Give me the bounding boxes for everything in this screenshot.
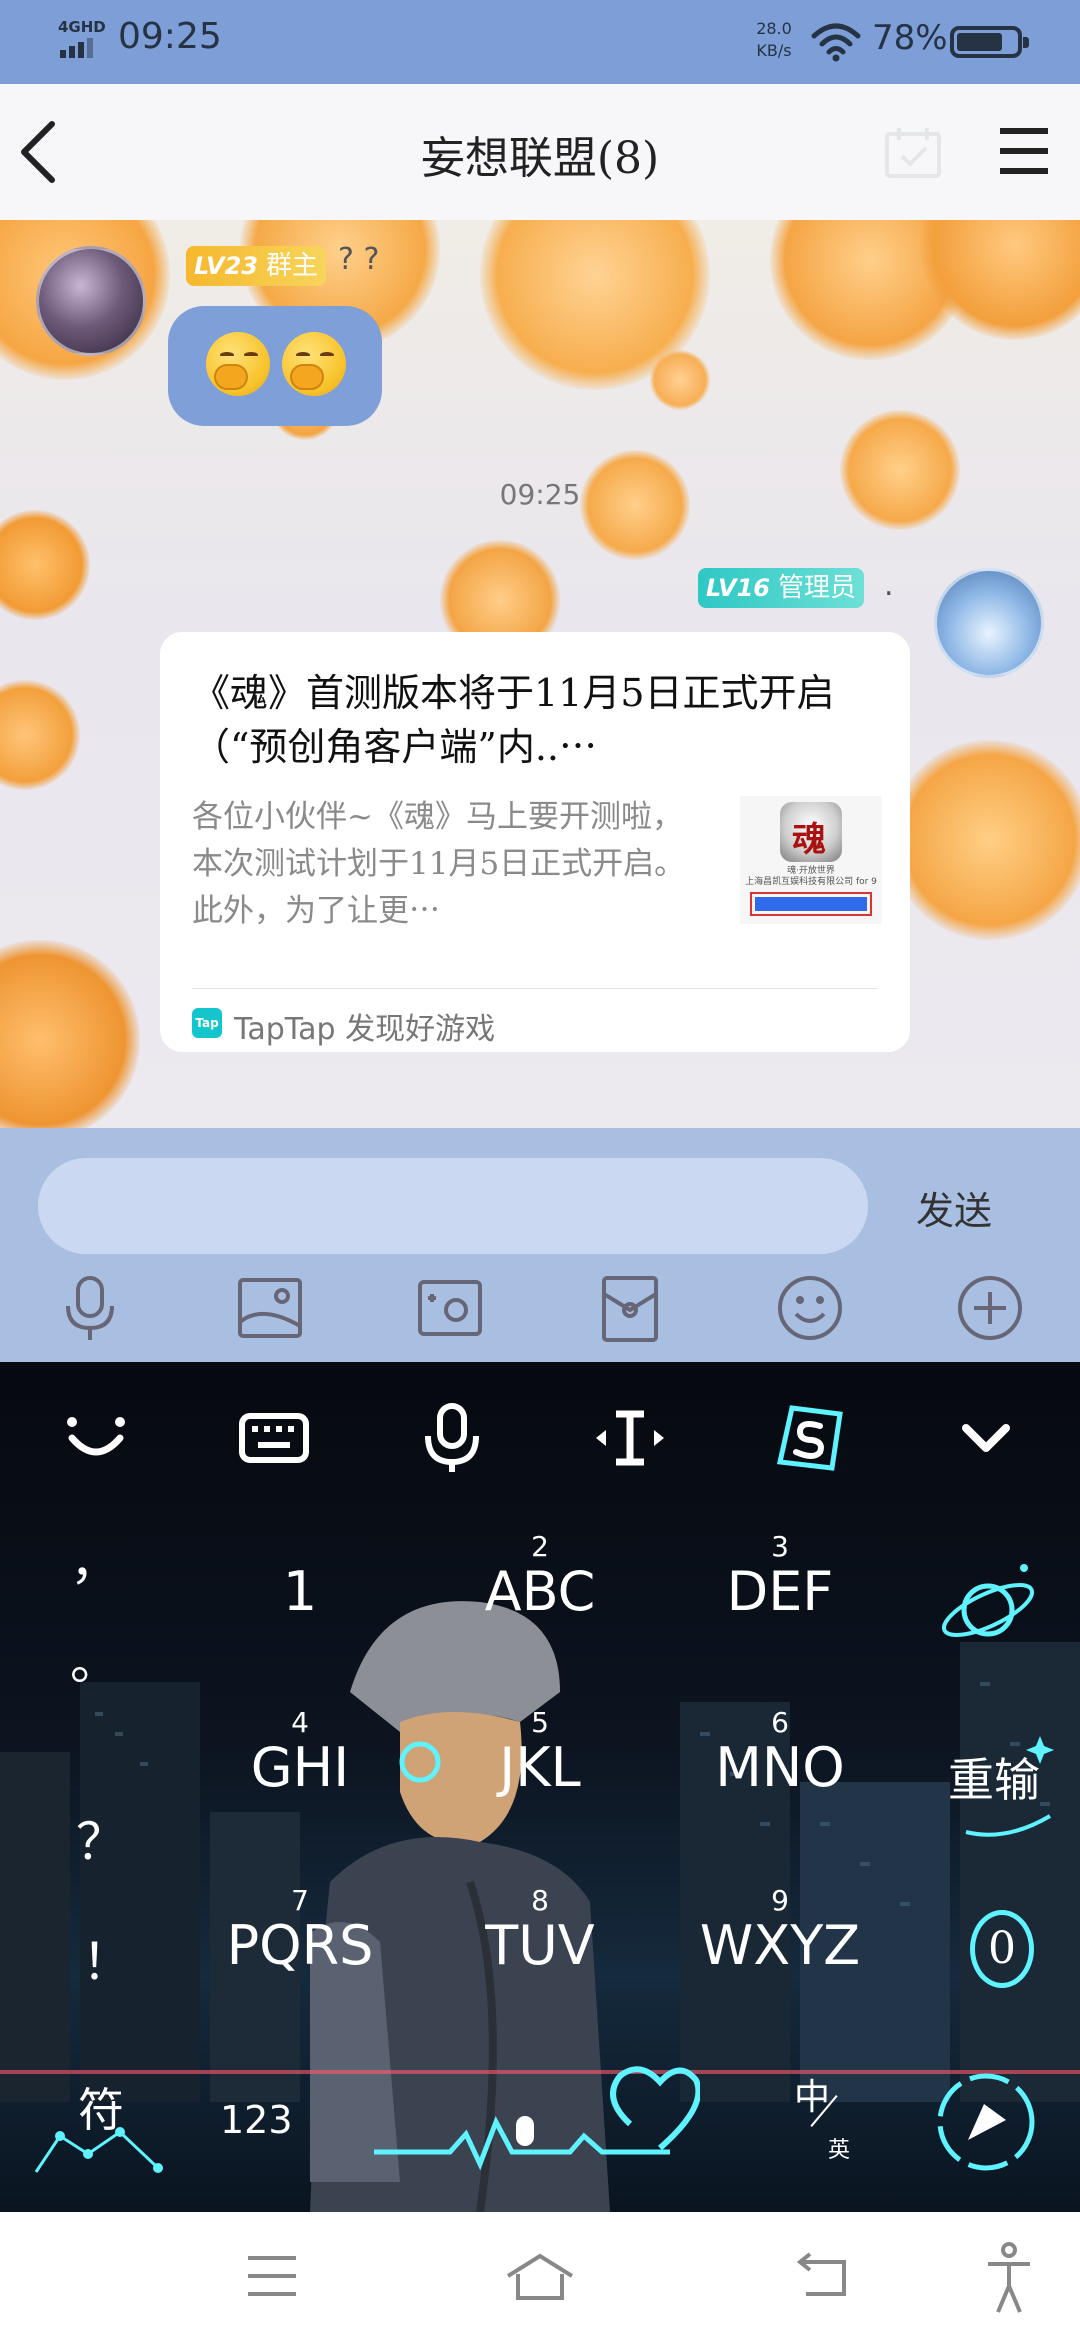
divider — [192, 988, 878, 989]
plus-icon[interactable] — [952, 1270, 1028, 1346]
sender-suffix: ? ? — [338, 242, 380, 277]
key-9-wxyz[interactable]: 9 WXYZ — [680, 1886, 880, 1976]
space-key[interactable] — [370, 2052, 700, 2182]
constellation-icon — [34, 2127, 163, 2173]
numbers-key[interactable]: 123 — [220, 2098, 293, 2142]
chat-header: 妄想联盟(8) — [0, 84, 1080, 220]
input-area: 发送 — [0, 1128, 1080, 1362]
menu-lines-icon[interactable] — [244, 2252, 300, 2300]
face-with-hand-over-mouth-emoji — [206, 332, 270, 396]
status-bar: 4GHD 09:25 28.0 KB/s 78% — [0, 0, 1080, 84]
taptap-logo: Tap — [192, 1008, 222, 1038]
wifi-icon — [811, 23, 861, 62]
battery-percent: 78% — [872, 18, 948, 58]
group-title[interactable]: 妄想联盟(8) — [240, 122, 840, 186]
face-with-hand-over-mouth-emoji — [282, 332, 346, 396]
key-2-abc[interactable]: 2 ABC — [440, 1532, 640, 1622]
back-arrow-icon[interactable] — [12, 118, 72, 186]
message-timestamp: 09:25 — [499, 478, 581, 511]
accessibility-icon[interactable] — [984, 2242, 1034, 2314]
badge-level: LV23 — [194, 252, 258, 280]
key-3-def[interactable]: 3 DEF — [680, 1532, 880, 1622]
network-indicator: 4GHD — [58, 18, 110, 62]
keyboard: ， 。 ？ ！ 1 2 ABC 3 DEF 4 GHI 5 JKL 6 MNO 7 PQRS… — [0, 1362, 1080, 2212]
card-title: 《魂》首测版本将于11月5日正式开启（“预创角客户端”内..⋯ — [192, 671, 835, 769]
back-icon[interactable] — [796, 2252, 852, 2300]
chevron-down-icon[interactable] — [948, 1400, 1024, 1476]
message-input[interactable] — [38, 1158, 868, 1254]
menu-icon[interactable] — [1000, 128, 1052, 174]
key-period[interactable]: 。 — [70, 1622, 120, 1694]
home-icon[interactable] — [504, 2252, 576, 2302]
key-1[interactable]: 1 — [200, 1532, 400, 1622]
level-badge: LV16 管理员 — [698, 568, 864, 608]
key-5-jkl[interactable]: 5 JKL — [440, 1708, 640, 1798]
chat-area: LV23 群主 ? ? 09:25 LV16 管理员 . 《魂》首测版本将于11月5… — [0, 220, 1080, 1128]
thumbnail-button — [750, 892, 872, 916]
key-exclamation[interactable]: ！ — [82, 1922, 132, 1994]
card-thumbnail: 魂 魂·开放世界 上海昌凯互娱科技有限公司 for 9 — [740, 796, 882, 924]
red-packet-icon[interactable] — [592, 1270, 668, 1346]
sender-suffix: . — [884, 568, 894, 603]
planet-icon — [941, 1564, 1035, 1637]
camera-icon[interactable] — [412, 1270, 488, 1346]
calendar-check-icon[interactable] — [884, 126, 942, 180]
system-nav-bar — [0, 2212, 1080, 2340]
battery-fill — [957, 33, 1002, 51]
network-label: 4GHD — [58, 18, 106, 36]
battery-icon — [950, 26, 1029, 58]
key-4-ghi[interactable]: 4 GHI — [200, 1708, 400, 1798]
card-source: TapTap 发现好游戏 — [234, 1012, 496, 1047]
key-question[interactable]: ？ — [76, 1802, 126, 1874]
smile-icon[interactable] — [58, 1400, 134, 1476]
speed-value: 28.0 — [756, 19, 792, 38]
emoji-icon[interactable] — [772, 1270, 848, 1346]
avatar[interactable] — [934, 568, 1044, 678]
lang-switch-alt[interactable]: 英 — [828, 2132, 850, 2164]
cursor-icon[interactable] — [592, 1400, 668, 1476]
badge-role: 群主 — [265, 251, 318, 281]
key-0[interactable]: 0 — [970, 1910, 1034, 1988]
lang-switch-main[interactable]: 中 — [794, 2068, 830, 2120]
share-card[interactable]: 《魂》首测版本将于11月5日正式开启（“预创角客户端”内..⋯ 各位小伙伴~《魂… — [160, 632, 910, 1052]
card-description: 各位小伙伴~《魂》马上要开测啦，本次测试计划于11月5日正式开启。此外，为了让更… — [192, 799, 686, 929]
key-6-mno[interactable]: 6 MNO — [680, 1708, 880, 1798]
key-8-tuv[interactable]: 8 TUV — [440, 1886, 640, 1976]
message-bubble[interactable] — [168, 306, 382, 426]
send-button[interactable]: 发送 — [916, 1180, 992, 1235]
image-icon[interactable] — [232, 1270, 308, 1346]
network-speed: 28.0 KB/s — [742, 18, 806, 62]
keyboard-icon[interactable] — [236, 1400, 312, 1476]
speed-unit: KB/s — [756, 41, 792, 60]
voice-icon[interactable] — [414, 1400, 490, 1476]
avatar[interactable] — [36, 246, 146, 356]
game-logo: 魂 — [780, 802, 842, 862]
thumbnail-caption: 魂·开放世界 上海昌凯互娱科技有限公司 for 9 — [745, 866, 877, 887]
key-comma[interactable]: ， — [70, 1522, 120, 1594]
level-badge: LV23 群主 — [186, 246, 326, 286]
enter-key[interactable] — [926, 2062, 1046, 2182]
microphone-icon[interactable] — [52, 1270, 128, 1346]
clock: 09:25 — [118, 16, 222, 57]
badge-role: 管理员 — [777, 573, 856, 603]
sparkle-icon — [965, 1736, 1054, 1837]
badge-level: LV16 — [706, 574, 770, 602]
sogou-logo-icon[interactable] — [770, 1400, 846, 1476]
key-7-pqrs[interactable]: 7 PQRS — [200, 1886, 400, 1976]
